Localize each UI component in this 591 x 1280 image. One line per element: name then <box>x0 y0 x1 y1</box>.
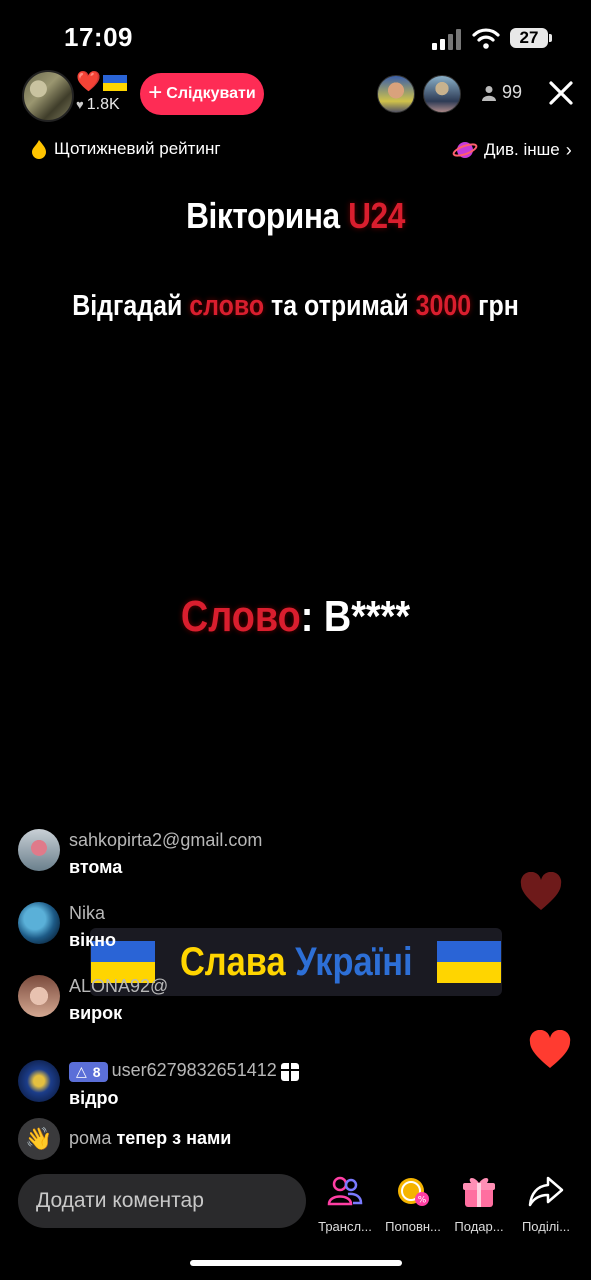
word-hint: Слово: В**** <box>180 592 411 641</box>
chevron-right-icon: › <box>565 139 572 160</box>
comment-text: вирок <box>69 1003 123 1023</box>
comment-item[interactable] <box>18 1060 60 1102</box>
flame-icon <box>32 140 46 159</box>
people-icon <box>327 1176 363 1206</box>
broadcast-button[interactable]: Трансл... <box>312 1172 378 1234</box>
planet-icon <box>452 142 478 158</box>
gift-icon <box>463 1178 495 1207</box>
comment-user[interactable]: ALONA92@ <box>69 976 168 997</box>
status-time: 17:09 <box>64 22 133 52</box>
heart-emoji-icon: ❤️ <box>76 71 101 93</box>
top-viewer-avatar[interactable] <box>423 75 461 113</box>
wifi-icon <box>472 28 500 49</box>
quiz-subtitle: Відгадай слово та отримай 3000 грн <box>72 290 519 322</box>
coin-icon: % <box>398 1178 429 1206</box>
triangle-icon: △ <box>76 1063 87 1080</box>
comment-item[interactable] <box>18 975 60 1017</box>
comment-user[interactable]: user6279832651412 <box>112 1060 277 1080</box>
comment-header: △ 8 user6279832651412 <box>69 1060 299 1082</box>
heart-icon: ♥ <box>76 97 84 112</box>
close-icon[interactable] <box>544 76 578 110</box>
comment-user[interactable]: Nika <box>69 903 105 924</box>
avatar <box>18 975 60 1017</box>
quiz-title: Вікторина U24 <box>186 195 405 236</box>
host-likes: ♥ 1.8K <box>76 96 120 113</box>
explore-more[interactable]: Див. інше › <box>452 139 572 161</box>
host-avatar[interactable] <box>22 70 74 122</box>
home-indicator <box>190 1260 402 1266</box>
floating-heart-icon <box>529 1030 571 1068</box>
comment-input[interactable] <box>18 1174 306 1228</box>
battery-indicator: 27 <box>510 28 548 48</box>
wave-hand-icon: 👋 <box>18 1118 60 1160</box>
gift-badge-icon <box>280 1062 299 1081</box>
signal-icon <box>432 28 464 50</box>
comment-item[interactable] <box>18 902 60 944</box>
gift-button[interactable]: Подар... <box>446 1172 512 1234</box>
comment-text: втома <box>69 857 123 877</box>
share-button[interactable]: Поділі... <box>513 1172 579 1234</box>
top-viewer-avatar[interactable] <box>377 75 415 113</box>
comment-user[interactable]: sahkopirta2@gmail.com <box>69 830 262 851</box>
plus-icon: + <box>148 79 163 106</box>
avatar <box>18 902 60 944</box>
host-badges: ❤️ <box>76 71 127 93</box>
viewer-count[interactable]: 99 <box>482 82 522 103</box>
avatar <box>18 829 60 871</box>
share-icon <box>528 1176 564 1207</box>
person-icon <box>482 85 496 101</box>
top-up-button[interactable]: % Поповн... <box>380 1172 446 1234</box>
ukraine-flag-icon <box>102 74 127 91</box>
join-item: 👋 <box>18 1118 60 1160</box>
join-message: рома тепер з нами <box>69 1128 232 1148</box>
ukraine-flag-icon <box>437 941 502 983</box>
battery-tip <box>549 34 552 42</box>
comment-text: вікно <box>69 930 116 950</box>
comment-text: відро <box>69 1088 119 1108</box>
fan-level-badge: △ 8 <box>69 1061 108 1082</box>
avatar <box>18 1060 60 1102</box>
floating-heart-icon <box>520 872 562 910</box>
weekly-ranking[interactable]: Щотижневий рейтинг <box>30 139 221 159</box>
svg-text:%: % <box>418 1196 427 1206</box>
follow-button[interactable]: + Слідкувати <box>140 73 264 115</box>
comment-item[interactable] <box>18 829 60 871</box>
